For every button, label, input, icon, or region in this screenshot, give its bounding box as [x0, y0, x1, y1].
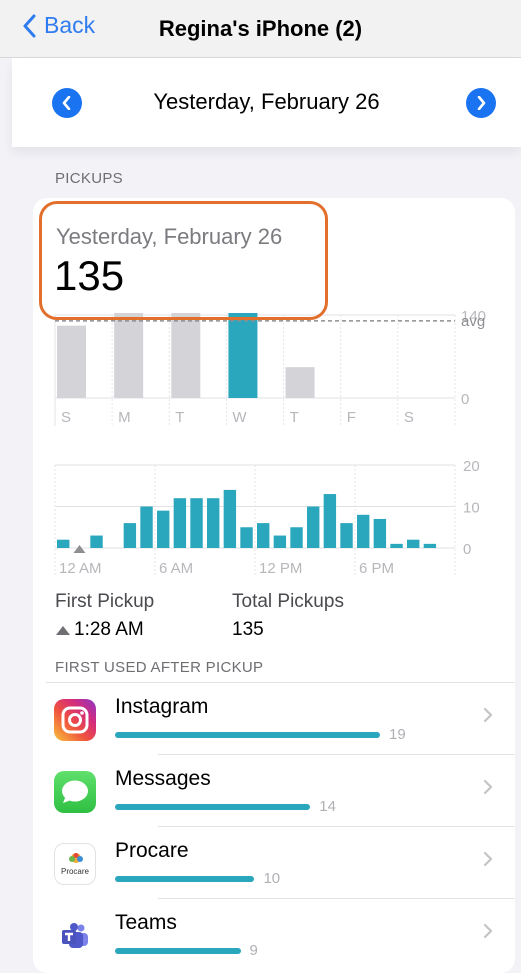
x-tick-label: T — [175, 409, 184, 426]
bar — [207, 498, 220, 548]
bar — [285, 367, 315, 398]
app-row-procare[interactable]: Procare Procare 10 — [46, 827, 515, 899]
y-tick-label: 20 — [463, 458, 480, 475]
x-tick-label: 12 PM — [259, 560, 302, 577]
bar — [323, 494, 337, 548]
y-tick-label: 0 — [461, 391, 469, 408]
bar — [290, 527, 303, 548]
app-name: Procare — [115, 839, 189, 862]
usage-count: 19 — [389, 726, 406, 743]
summary-period: Yesterday, February 26 — [56, 224, 283, 249]
x-tick-label: S — [61, 409, 71, 426]
usage-bar — [115, 876, 255, 882]
bar — [228, 313, 258, 398]
bar — [423, 543, 437, 548]
usage-count: 10 — [263, 870, 281, 887]
bar — [173, 498, 187, 548]
x-tick-label: 6 PM — [359, 560, 394, 577]
app-row-teams[interactable]: Teams 9 — [46, 899, 515, 971]
triangle-up-icon — [56, 625, 70, 635]
chevron-right-icon — [483, 923, 493, 939]
bar — [123, 523, 137, 548]
x-tick-label: M — [118, 409, 130, 426]
bar — [373, 518, 387, 548]
x-tick-label: S — [404, 409, 414, 426]
chevron-right-icon — [483, 851, 493, 867]
messages-icon — [54, 771, 96, 813]
x-tick-label: 6 AM — [159, 560, 193, 577]
chevron-right-icon — [483, 707, 493, 723]
bar — [390, 543, 403, 548]
app-row-messages[interactable]: Messages 14 — [46, 755, 515, 827]
procare-icon-text: Procare — [60, 867, 89, 876]
y-tick-label: 10 — [463, 500, 480, 517]
usage-count: 9 — [249, 942, 258, 959]
first-pickup-marker — [73, 545, 86, 553]
first-pickup-label: First Pickup — [55, 591, 155, 612]
bar — [273, 535, 287, 548]
x-tick-label: W — [232, 409, 247, 426]
bar — [257, 523, 270, 548]
bar — [140, 506, 153, 548]
app-row-instagram[interactable]: Instagram 19 — [46, 683, 515, 755]
app-name: Instagram — [115, 695, 209, 718]
y-tick-label: 0 — [463, 541, 471, 558]
x-tick-label: 12 AM — [59, 560, 102, 577]
x-tick-label: T — [290, 409, 299, 426]
bar — [157, 510, 170, 548]
bar — [57, 325, 86, 398]
bar — [114, 313, 144, 398]
usage-count: 14 — [319, 798, 336, 815]
teams-icon — [54, 915, 96, 957]
total-pickups-value: 135 — [232, 619, 264, 640]
bar — [357, 514, 370, 548]
bar — [307, 506, 320, 548]
bar — [171, 313, 201, 398]
bar — [57, 539, 70, 548]
pickups-count: 135 — [54, 252, 125, 299]
bar — [190, 498, 203, 548]
bar — [223, 489, 237, 548]
bar — [340, 523, 353, 548]
first-used-section-label: FIRST USED AFTER PICKUP — [55, 659, 264, 676]
instagram-icon — [54, 699, 96, 741]
bar — [407, 539, 420, 548]
bar — [90, 535, 103, 548]
total-pickups-label: Total Pickups — [232, 591, 344, 612]
usage-bar — [115, 804, 311, 810]
first-pickup-value: 1:28 AM — [55, 619, 144, 641]
procare-icon: Procare — [54, 843, 96, 885]
first-pickup-time: 1:28 AM — [74, 619, 144, 640]
app-name: Messages — [115, 767, 211, 790]
bar — [240, 527, 253, 548]
usage-bar — [115, 732, 380, 738]
x-tick-label: F — [347, 409, 356, 426]
app-name: Teams — [115, 911, 177, 934]
average-label: avg — [461, 313, 485, 330]
usage-bar — [115, 948, 241, 954]
chevron-right-icon — [483, 779, 493, 795]
